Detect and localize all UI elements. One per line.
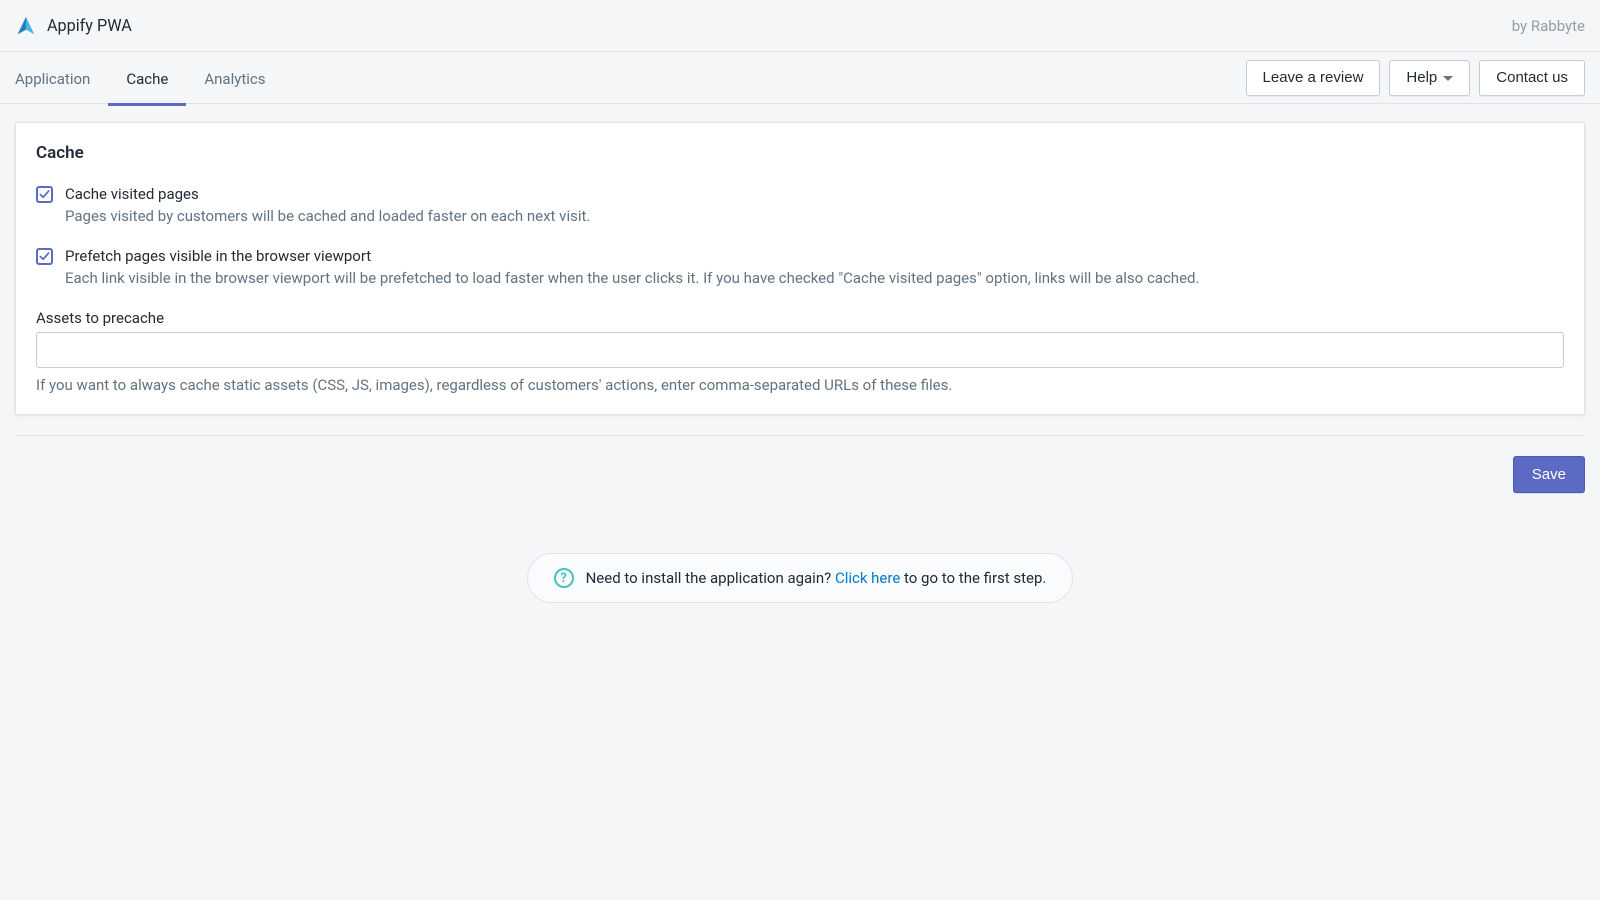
tab-application[interactable]: Application bbox=[15, 55, 108, 106]
nav-bar: Application Cache Analytics Leave a revi… bbox=[0, 52, 1600, 104]
tab-cache[interactable]: Cache bbox=[108, 55, 186, 106]
reinstall-callout: ? Need to install the application again?… bbox=[527, 553, 1074, 603]
title-bar: Appify PWA by Rabbyte bbox=[0, 0, 1600, 52]
app-logo-icon bbox=[15, 15, 37, 37]
tabs: Application Cache Analytics bbox=[15, 52, 283, 103]
help-button[interactable]: Help bbox=[1389, 60, 1470, 96]
reinstall-prefix: Need to install the application again? bbox=[586, 569, 835, 587]
cache-visited-help: Pages visited by customers will be cache… bbox=[65, 207, 1564, 225]
contact-us-label: Contact us bbox=[1496, 69, 1568, 87]
card-title: Cache bbox=[36, 143, 1564, 163]
reinstall-suffix: to go to the first step. bbox=[900, 569, 1046, 587]
check-icon bbox=[39, 251, 50, 262]
check-icon bbox=[39, 189, 50, 200]
reinstall-link[interactable]: Click here bbox=[835, 569, 900, 587]
chevron-down-icon bbox=[1443, 76, 1453, 81]
leave-review-label: Leave a review bbox=[1263, 69, 1364, 87]
tab-analytics[interactable]: Analytics bbox=[186, 55, 283, 106]
prefetch-viewport-help: Each link visible in the browser viewpor… bbox=[65, 269, 1564, 287]
app-title: Appify PWA bbox=[47, 16, 132, 35]
precache-assets-help: If you want to always cache static asset… bbox=[36, 376, 1564, 394]
save-button[interactable]: Save bbox=[1513, 456, 1585, 493]
contact-us-button[interactable]: Contact us bbox=[1479, 60, 1585, 96]
precache-assets-label: Assets to precache bbox=[36, 309, 1564, 327]
precache-assets-input[interactable] bbox=[36, 332, 1564, 368]
cache-card: Cache Cache visited pages Pages visited … bbox=[15, 122, 1585, 415]
byline: by Rabbyte bbox=[1512, 17, 1585, 35]
save-button-label: Save bbox=[1532, 466, 1566, 483]
leave-review-button[interactable]: Leave a review bbox=[1246, 60, 1381, 96]
prefetch-viewport-checkbox[interactable] bbox=[36, 248, 53, 265]
prefetch-viewport-label: Prefetch pages visible in the browser vi… bbox=[65, 247, 1564, 265]
divider bbox=[15, 435, 1585, 436]
cache-visited-label: Cache visited pages bbox=[65, 185, 1564, 203]
help-circle-icon: ? bbox=[554, 568, 574, 588]
cache-visited-checkbox[interactable] bbox=[36, 186, 53, 203]
help-label: Help bbox=[1406, 69, 1437, 87]
